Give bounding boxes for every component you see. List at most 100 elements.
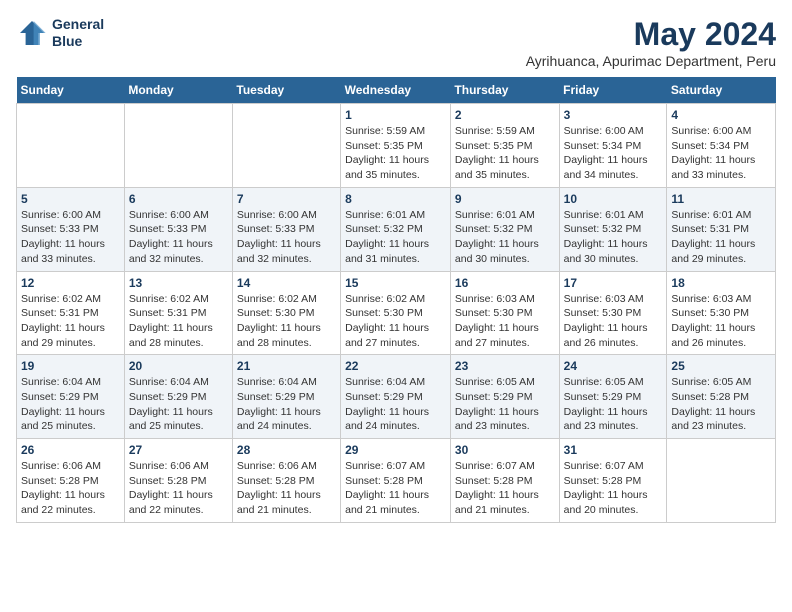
day-info: Sunrise: 6:06 AM Sunset: 5:28 PM Dayligh… [21,459,120,518]
day-number: 8 [345,192,446,206]
day-info: Sunrise: 6:00 AM Sunset: 5:33 PM Dayligh… [129,208,228,267]
day-info: Sunrise: 6:07 AM Sunset: 5:28 PM Dayligh… [345,459,446,518]
day-number: 23 [455,359,555,373]
calendar-cell: 8 Sunrise: 6:01 AM Sunset: 5:32 PM Daylig… [341,187,451,271]
day-header-wednesday: Wednesday [341,77,451,104]
calendar-cell: 20Sunrise: 6:04 AM Sunset: 5:29 PM Dayli… [124,355,232,439]
calendar-cell [232,104,340,188]
day-info: Sunrise: 6:04 AM Sunset: 5:29 PM Dayligh… [21,375,120,434]
day-number: 14 [237,276,336,290]
day-info: Sunrise: 6:05 AM Sunset: 5:29 PM Dayligh… [455,375,555,434]
logo-line2: Blue [52,33,82,49]
calendar-cell: 21 Sunrise: 6:04 AM Sunset: 5:29 PM Dayli… [232,355,340,439]
calendar-cell: 12Sunrise: 6:02 AM Sunset: 5:31 PM Dayli… [17,271,125,355]
calendar-cell: 4Sunrise: 6:00 AM Sunset: 5:34 PM Daylig… [667,104,776,188]
day-info: Sunrise: 6:06 AM Sunset: 5:28 PM Dayligh… [237,459,336,518]
day-info: Sunrise: 6:06 AM Sunset: 5:28 PM Dayligh… [129,459,228,518]
day-info: Sunrise: 6:04 AM Sunset: 5:29 PM Dayligh… [237,375,336,434]
day-header-monday: Monday [124,77,232,104]
day-info: Sunrise: 6:02 AM Sunset: 5:30 PM Dayligh… [237,292,336,351]
day-number: 19 [21,359,120,373]
calendar-cell [667,439,776,523]
day-info: Sunrise: 6:04 AM Sunset: 5:29 PM Dayligh… [345,375,446,434]
week-row-2: 12 Sunrise: 6:02 AM Sunset: 5:31 PM Dayli… [17,271,776,355]
day-number: 3 [564,108,663,122]
day-info: Sunrise: 6:00 AM Sunset: 5:33 PM Dayligh… [237,208,336,267]
calendar-cell: 6 Sunrise: 6:00 AM Sunset: 5:33 PM Daylig… [124,187,232,271]
day-number: 6 [129,192,228,206]
day-number: 7 [237,192,336,206]
calendar-cell: 23 Sunrise: 6:05 AM Sunset: 5:29 PM Dayli… [450,355,559,439]
calendar-cell: 3 Sunrise: 6:00 AM Sunset: 5:34 PM Daylig… [559,104,667,188]
day-info: Sunrise: 6:00 AM Sunset: 5:33 PM Dayligh… [21,208,120,267]
day-number: 2 [455,108,555,122]
day-number: 5 [21,192,120,206]
day-number: 18 [671,276,771,290]
day-header-row: SundayMondayTuesdayWednesdayThursdayFrid… [17,77,776,104]
day-number: 11 [671,192,771,206]
day-number: 16 [455,276,555,290]
day-number: 25 [671,359,771,373]
calendar-cell: 1Sunrise: 5:59 AM Sunset: 5:35 PM Daylig… [341,104,451,188]
calendar-cell: 5 Sunrise: 6:00 AM Sunset: 5:33 PM Daylig… [17,187,125,271]
day-info: Sunrise: 6:07 AM Sunset: 5:28 PM Dayligh… [455,459,555,518]
week-row-0: 1Sunrise: 5:59 AM Sunset: 5:35 PM Daylig… [17,104,776,188]
calendar-cell: 24Sunrise: 6:05 AM Sunset: 5:29 PM Dayli… [559,355,667,439]
calendar-table: SundayMondayTuesdayWednesdayThursdayFrid… [16,77,776,523]
day-number: 28 [237,443,336,457]
calendar-cell: 27 Sunrise: 6:06 AM Sunset: 5:28 PM Dayli… [124,439,232,523]
day-info: Sunrise: 6:00 AM Sunset: 5:34 PM Dayligh… [671,124,771,183]
day-info: Sunrise: 6:07 AM Sunset: 5:28 PM Dayligh… [564,459,663,518]
day-number: 26 [21,443,120,457]
calendar-cell [124,104,232,188]
day-header-sunday: Sunday [17,77,125,104]
day-number: 31 [564,443,663,457]
day-info: Sunrise: 6:03 AM Sunset: 5:30 PM Dayligh… [455,292,555,351]
day-number: 10 [564,192,663,206]
day-info: Sunrise: 6:03 AM Sunset: 5:30 PM Dayligh… [671,292,771,351]
week-row-3: 19 Sunrise: 6:04 AM Sunset: 5:29 PM Dayli… [17,355,776,439]
day-number: 21 [237,359,336,373]
calendar-cell: 13Sunrise: 6:02 AM Sunset: 5:31 PM Dayli… [124,271,232,355]
logo-icon [16,17,48,49]
calendar-cell: 10Sunrise: 6:01 AM Sunset: 5:32 PM Dayli… [559,187,667,271]
main-title: May 2024 [526,16,776,53]
day-number: 30 [455,443,555,457]
day-info: Sunrise: 6:01 AM Sunset: 5:31 PM Dayligh… [671,208,771,267]
title-area: May 2024 Ayrihuanca, Apurimac Department… [526,16,776,69]
day-info: Sunrise: 6:03 AM Sunset: 5:30 PM Dayligh… [564,292,663,351]
logo: General Blue [16,16,104,50]
calendar-cell: 2Sunrise: 5:59 AM Sunset: 5:35 PM Daylig… [450,104,559,188]
calendar-cell: 22 Sunrise: 6:04 AM Sunset: 5:29 PM Dayli… [341,355,451,439]
day-header-thursday: Thursday [450,77,559,104]
calendar-cell: 15 Sunrise: 6:02 AM Sunset: 5:30 PM Dayli… [341,271,451,355]
week-row-4: 26 Sunrise: 6:06 AM Sunset: 5:28 PM Dayli… [17,439,776,523]
calendar-cell: 11 Sunrise: 6:01 AM Sunset: 5:31 PM Dayli… [667,187,776,271]
calendar-cell: 14 Sunrise: 6:02 AM Sunset: 5:30 PM Dayli… [232,271,340,355]
day-number: 29 [345,443,446,457]
day-info: Sunrise: 5:59 AM Sunset: 5:35 PM Dayligh… [345,124,446,183]
calendar-cell: 19 Sunrise: 6:04 AM Sunset: 5:29 PM Dayli… [17,355,125,439]
calendar-cell: 17 Sunrise: 6:03 AM Sunset: 5:30 PM Dayli… [559,271,667,355]
day-number: 27 [129,443,228,457]
subtitle: Ayrihuanca, Apurimac Department, Peru [526,53,776,69]
day-number: 22 [345,359,446,373]
day-number: 9 [455,192,555,206]
day-header-friday: Friday [559,77,667,104]
calendar-cell: 30 Sunrise: 6:07 AM Sunset: 5:28 PM Dayli… [450,439,559,523]
day-info: Sunrise: 6:01 AM Sunset: 5:32 PM Dayligh… [455,208,555,267]
day-number: 15 [345,276,446,290]
day-info: Sunrise: 6:02 AM Sunset: 5:31 PM Dayligh… [129,292,228,351]
calendar-cell: 26 Sunrise: 6:06 AM Sunset: 5:28 PM Dayli… [17,439,125,523]
day-info: Sunrise: 6:02 AM Sunset: 5:30 PM Dayligh… [345,292,446,351]
day-info: Sunrise: 6:05 AM Sunset: 5:28 PM Dayligh… [671,375,771,434]
calendar-cell: 9 Sunrise: 6:01 AM Sunset: 5:32 PM Daylig… [450,187,559,271]
calendar-cell: 18 Sunrise: 6:03 AM Sunset: 5:30 PM Dayli… [667,271,776,355]
day-number: 12 [21,276,120,290]
day-info: Sunrise: 6:00 AM Sunset: 5:34 PM Dayligh… [564,124,663,183]
day-number: 17 [564,276,663,290]
day-info: Sunrise: 6:05 AM Sunset: 5:29 PM Dayligh… [564,375,663,434]
calendar-cell: 29 Sunrise: 6:07 AM Sunset: 5:28 PM Dayli… [341,439,451,523]
calendar-cell [17,104,125,188]
day-info: Sunrise: 6:01 AM Sunset: 5:32 PM Dayligh… [345,208,446,267]
